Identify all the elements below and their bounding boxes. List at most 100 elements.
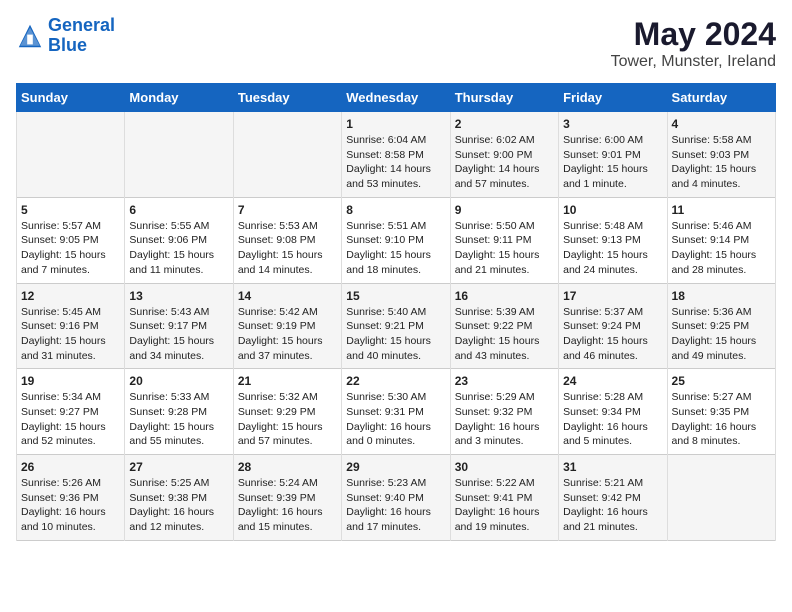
- day-info: Sunrise: 5:57 AMSunset: 9:05 PMDaylight:…: [21, 219, 120, 278]
- day-info: Sunrise: 5:50 AMSunset: 9:11 PMDaylight:…: [455, 219, 554, 278]
- day-info: Sunrise: 5:29 AMSunset: 9:32 PMDaylight:…: [455, 390, 554, 449]
- day-number: 7: [238, 203, 337, 217]
- day-info: Sunrise: 6:00 AMSunset: 9:01 PMDaylight:…: [563, 133, 662, 192]
- calendar-cell: 7 Sunrise: 5:53 AMSunset: 9:08 PMDaylight…: [233, 197, 341, 283]
- header-thursday: Thursday: [450, 84, 558, 112]
- header-tuesday: Tuesday: [233, 84, 341, 112]
- calendar-cell: 16Sunrise: 5:39 AMSunset: 9:22 PMDayligh…: [450, 283, 558, 369]
- day-info: Sunrise: 6:02 AMSunset: 9:00 PMDaylight:…: [455, 133, 554, 192]
- day-number: 9: [455, 203, 554, 217]
- day-number: 21: [238, 374, 337, 388]
- calendar-cell: 12Sunrise: 5:45 AMSunset: 9:16 PMDayligh…: [17, 283, 125, 369]
- logo-line2: Blue: [48, 35, 87, 55]
- calendar-cell: [233, 112, 341, 198]
- calendar-week-row: 5 Sunrise: 5:57 AMSunset: 9:05 PMDaylight…: [17, 197, 776, 283]
- day-info: Sunrise: 5:26 AMSunset: 9:36 PMDaylight:…: [21, 476, 120, 535]
- day-number: 11: [672, 203, 771, 217]
- day-info: Sunrise: 5:25 AMSunset: 9:38 PMDaylight:…: [129, 476, 228, 535]
- day-info: Sunrise: 5:42 AMSunset: 9:19 PMDaylight:…: [238, 305, 337, 364]
- day-number: 8: [346, 203, 445, 217]
- day-number: 28: [238, 460, 337, 474]
- day-info: Sunrise: 5:34 AMSunset: 9:27 PMDaylight:…: [21, 390, 120, 449]
- day-info: Sunrise: 5:21 AMSunset: 9:42 PMDaylight:…: [563, 476, 662, 535]
- calendar-week-row: 26Sunrise: 5:26 AMSunset: 9:36 PMDayligh…: [17, 455, 776, 541]
- day-number: 16: [455, 289, 554, 303]
- logo: General Blue: [16, 16, 115, 56]
- calendar-cell: 1 Sunrise: 6:04 AMSunset: 8:58 PMDaylight…: [342, 112, 450, 198]
- calendar-cell: 28Sunrise: 5:24 AMSunset: 9:39 PMDayligh…: [233, 455, 341, 541]
- day-info: Sunrise: 5:30 AMSunset: 9:31 PMDaylight:…: [346, 390, 445, 449]
- calendar-cell: 17 Sunrise: 5:37 AMSunset: 9:24 PMDayligh…: [559, 283, 667, 369]
- day-number: 30: [455, 460, 554, 474]
- title-block: May 2024 Tower, Munster, Ireland: [611, 16, 776, 71]
- day-info: Sunrise: 5:58 AMSunset: 9:03 PMDaylight:…: [672, 133, 771, 192]
- day-number: 15: [346, 289, 445, 303]
- day-info: Sunrise: 5:48 AMSunset: 9:13 PMDaylight:…: [563, 219, 662, 278]
- day-info: Sunrise: 5:23 AMSunset: 9:40 PMDaylight:…: [346, 476, 445, 535]
- calendar-cell: 2Sunrise: 6:02 AMSunset: 9:00 PMDaylight…: [450, 112, 558, 198]
- day-number: 25: [672, 374, 771, 388]
- day-number: 13: [129, 289, 228, 303]
- calendar-cell: 23 Sunrise: 5:29 AMSunset: 9:32 PMDayligh…: [450, 369, 558, 455]
- day-number: 1: [346, 117, 445, 131]
- header-friday: Friday: [559, 84, 667, 112]
- day-number: 4: [672, 117, 771, 131]
- logo-icon: [16, 22, 44, 50]
- header-sunday: Sunday: [17, 84, 125, 112]
- calendar-cell: 14 Sunrise: 5:42 AMSunset: 9:19 PMDayligh…: [233, 283, 341, 369]
- calendar-subtitle: Tower, Munster, Ireland: [611, 53, 776, 71]
- calendar-cell: 8 Sunrise: 5:51 AMSunset: 9:10 PMDaylight…: [342, 197, 450, 283]
- calendar-cell: 20 Sunrise: 5:33 AMSunset: 9:28 PMDayligh…: [125, 369, 233, 455]
- day-info: Sunrise: 5:46 AMSunset: 9:14 PMDaylight:…: [672, 219, 771, 278]
- calendar-cell: 5 Sunrise: 5:57 AMSunset: 9:05 PMDaylight…: [17, 197, 125, 283]
- day-number: 22: [346, 374, 445, 388]
- calendar-cell: 27Sunrise: 5:25 AMSunset: 9:38 PMDayligh…: [125, 455, 233, 541]
- day-number: 5: [21, 203, 120, 217]
- logo-line1: General: [48, 15, 115, 35]
- day-number: 29: [346, 460, 445, 474]
- calendar-cell: 11 Sunrise: 5:46 AMSunset: 9:14 PMDayligh…: [667, 197, 775, 283]
- calendar-cell: 10 Sunrise: 5:48 AMSunset: 9:13 PMDayligh…: [559, 197, 667, 283]
- calendar-week-row: 12Sunrise: 5:45 AMSunset: 9:16 PMDayligh…: [17, 283, 776, 369]
- calendar-cell: 22 Sunrise: 5:30 AMSunset: 9:31 PMDayligh…: [342, 369, 450, 455]
- calendar-cell: 4 Sunrise: 5:58 AMSunset: 9:03 PMDaylight…: [667, 112, 775, 198]
- day-number: 31: [563, 460, 662, 474]
- day-info: Sunrise: 5:43 AMSunset: 9:17 PMDaylight:…: [129, 305, 228, 364]
- page-header: General Blue May 2024 Tower, Munster, Ir…: [16, 16, 776, 71]
- calendar-title: May 2024: [611, 16, 776, 53]
- calendar-cell: 21Sunrise: 5:32 AMSunset: 9:29 PMDayligh…: [233, 369, 341, 455]
- calendar-cell: 13 Sunrise: 5:43 AMSunset: 9:17 PMDayligh…: [125, 283, 233, 369]
- day-number: 24: [563, 374, 662, 388]
- calendar-cell: 26Sunrise: 5:26 AMSunset: 9:36 PMDayligh…: [17, 455, 125, 541]
- calendar-cell: 3 Sunrise: 6:00 AMSunset: 9:01 PMDaylight…: [559, 112, 667, 198]
- day-info: Sunrise: 6:04 AMSunset: 8:58 PMDaylight:…: [346, 133, 445, 192]
- day-info: Sunrise: 5:36 AMSunset: 9:25 PMDaylight:…: [672, 305, 771, 364]
- logo-text: General Blue: [48, 16, 115, 56]
- day-info: Sunrise: 5:37 AMSunset: 9:24 PMDaylight:…: [563, 305, 662, 364]
- calendar-header-row: Sunday Monday Tuesday Wednesday Thursday…: [17, 84, 776, 112]
- calendar-cell: 25 Sunrise: 5:27 AMSunset: 9:35 PMDayligh…: [667, 369, 775, 455]
- day-info: Sunrise: 5:51 AMSunset: 9:10 PMDaylight:…: [346, 219, 445, 278]
- day-info: Sunrise: 5:53 AMSunset: 9:08 PMDaylight:…: [238, 219, 337, 278]
- day-number: 17: [563, 289, 662, 303]
- day-number: 14: [238, 289, 337, 303]
- day-info: Sunrise: 5:33 AMSunset: 9:28 PMDaylight:…: [129, 390, 228, 449]
- header-saturday: Saturday: [667, 84, 775, 112]
- calendar-table: Sunday Monday Tuesday Wednesday Thursday…: [16, 83, 776, 541]
- header-wednesday: Wednesday: [342, 84, 450, 112]
- day-number: 10: [563, 203, 662, 217]
- day-number: 6: [129, 203, 228, 217]
- day-number: 23: [455, 374, 554, 388]
- day-number: 18: [672, 289, 771, 303]
- calendar-cell: 29 Sunrise: 5:23 AMSunset: 9:40 PMDayligh…: [342, 455, 450, 541]
- calendar-cell: [667, 455, 775, 541]
- calendar-cell: 18 Sunrise: 5:36 AMSunset: 9:25 PMDayligh…: [667, 283, 775, 369]
- calendar-cell: 9 Sunrise: 5:50 AMSunset: 9:11 PMDaylight…: [450, 197, 558, 283]
- day-number: 3: [563, 117, 662, 131]
- calendar-cell: 19Sunrise: 5:34 AMSunset: 9:27 PMDayligh…: [17, 369, 125, 455]
- calendar-cell: [125, 112, 233, 198]
- calendar-cell: 6Sunrise: 5:55 AMSunset: 9:06 PMDaylight…: [125, 197, 233, 283]
- day-info: Sunrise: 5:27 AMSunset: 9:35 PMDaylight:…: [672, 390, 771, 449]
- day-number: 20: [129, 374, 228, 388]
- calendar-cell: [17, 112, 125, 198]
